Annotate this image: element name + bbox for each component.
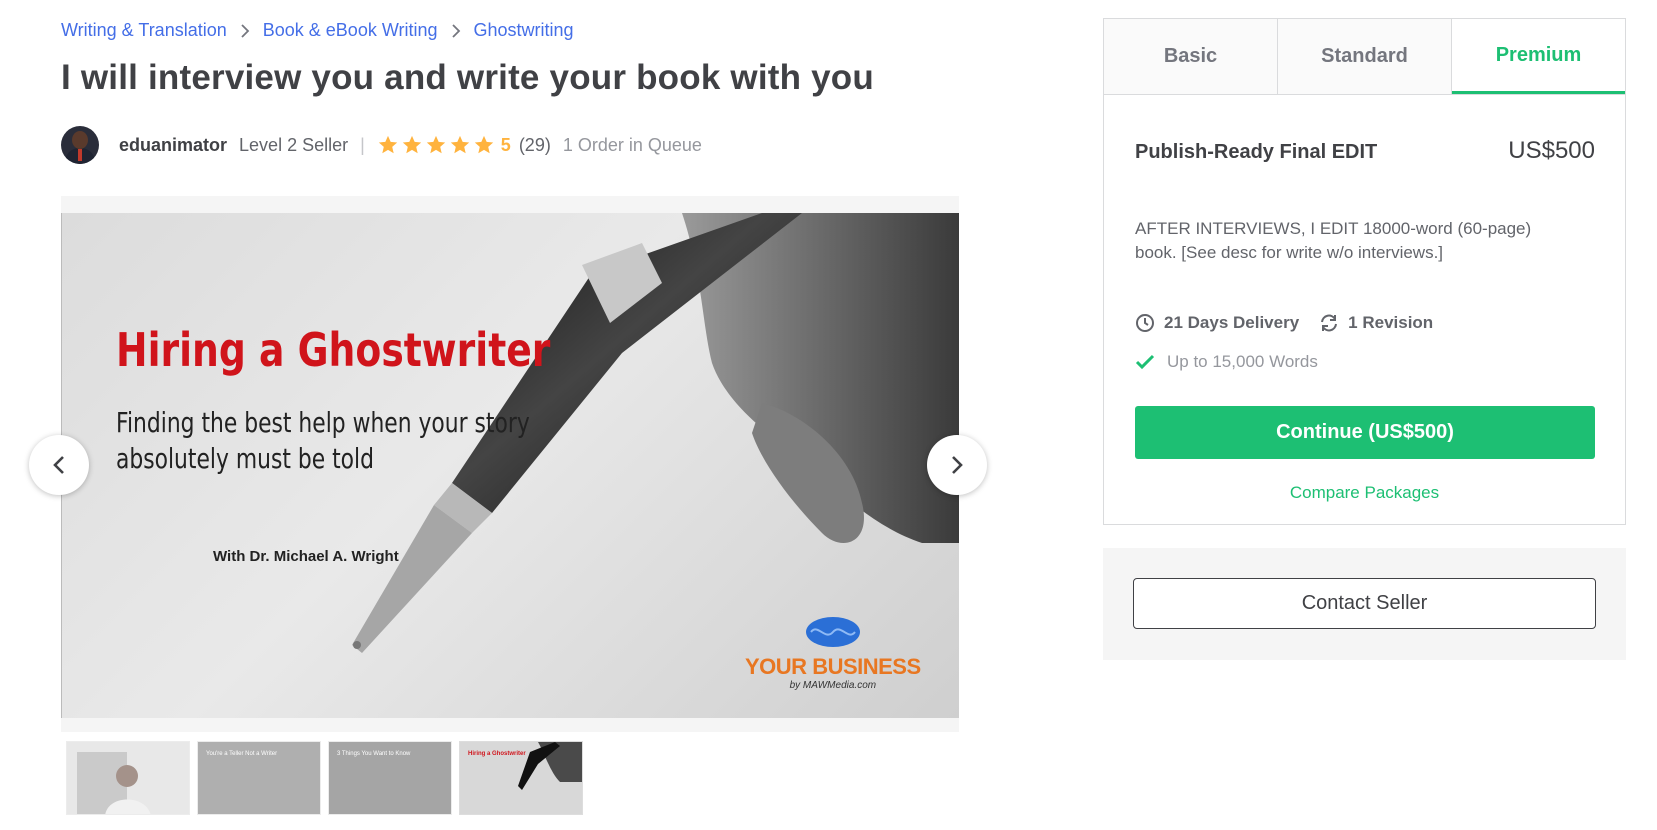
contact-seller-button[interactable]: Contact Seller	[1133, 578, 1596, 629]
brand-by: by MAWMedia.com	[789, 680, 877, 691]
gig-title: I will interview you and write your book…	[61, 58, 874, 97]
gallery-thumbnails: You're a Teller Not a Writer 3 Things Yo…	[66, 741, 583, 815]
package-tabs: Basic Standard Premium	[1104, 19, 1625, 95]
slide-subtitle-line-1: Finding the best help when your story	[116, 406, 530, 439]
package-feature: Up to 15,000 Words	[1135, 352, 1318, 372]
tab-standard[interactable]: Standard	[1278, 19, 1452, 94]
tab-premium[interactable]: Premium	[1452, 19, 1625, 94]
package-panel: Basic Standard Premium Publish-Ready Fin…	[1103, 18, 1626, 525]
package-price: US$500	[1508, 137, 1595, 164]
star-icon	[474, 135, 493, 154]
star-icon	[450, 135, 469, 154]
gallery-next-button[interactable]	[927, 435, 987, 495]
slide-subtitle-line-2: absolutely must be told	[116, 442, 374, 475]
brain-logo-icon	[805, 617, 860, 647]
breadcrumb-item-book-ebook-writing[interactable]: Book & eBook Writing	[263, 20, 438, 41]
gallery-thumbnail[interactable]: 3 Things You Want to Know	[328, 741, 452, 815]
rating-score: 5	[500, 134, 511, 155]
brand-logo: YOUR BUSINESS by MAWMedia.com	[745, 615, 921, 691]
checkmark-icon	[1135, 354, 1155, 370]
breadcrumb-item-writing-translation[interactable]: Writing & Translation	[61, 20, 227, 41]
refresh-icon	[1321, 314, 1338, 332]
seller-level: Level 2 Seller	[239, 134, 349, 155]
seller-overview: eduanimator Level 2 Seller | 5 (29) 1 Or…	[61, 125, 702, 165]
chevron-left-icon	[53, 456, 64, 474]
delivery-time: 21 Days Delivery	[1164, 313, 1300, 332]
package-meta: 21 Days Delivery 1 Revision	[1135, 313, 1453, 333]
breadcrumb: Writing & Translation Book & eBook Writi…	[61, 20, 574, 41]
revisions: 1 Revision	[1348, 313, 1434, 332]
star-icon	[402, 135, 421, 154]
seller-username[interactable]: eduanimator	[119, 135, 227, 156]
slide-title: Hiring a Ghostwriter	[116, 323, 551, 377]
gallery-thumbnail-active[interactable]: Hiring a Ghostwriter	[459, 741, 583, 815]
contact-seller-section: Contact Seller	[1103, 548, 1626, 660]
chevron-right-icon	[451, 23, 461, 38]
gallery-thumbnail[interactable]	[66, 741, 190, 815]
orders-in-queue: 1 Order in Queue	[562, 134, 702, 155]
gig-gallery: Hiring a Ghostwriter Finding the best he…	[61, 196, 959, 732]
gallery-slide[interactable]: Hiring a Ghostwriter Finding the best he…	[61, 213, 959, 718]
star-icon	[426, 135, 445, 154]
breadcrumb-item-ghostwriting[interactable]: Ghostwriting	[474, 20, 574, 41]
divider: |	[360, 134, 365, 155]
package-name: Publish-Ready Final EDIT	[1135, 141, 1378, 163]
gallery-prev-button[interactable]	[29, 435, 89, 495]
continue-button[interactable]: Continue (US$500)	[1135, 406, 1595, 459]
feature-word-count: Up to 15,000 Words	[1167, 352, 1318, 371]
compare-packages-link[interactable]: Compare Packages	[1104, 483, 1625, 503]
star-icon	[378, 135, 397, 154]
brand-word-business: BUSINESS	[812, 654, 921, 679]
package-description: AFTER INTERVIEWS, I EDIT 18000-word (60-…	[1135, 219, 1532, 262]
clock-icon	[1136, 314, 1154, 332]
gallery-thumbnail[interactable]: You're a Teller Not a Writer	[197, 741, 321, 815]
slide-subtitle: Finding the best help when your story ab…	[116, 405, 530, 477]
rating-stars	[377, 134, 495, 156]
slide-author: With Dr. Michael A. Wright	[213, 548, 399, 565]
package-header: Publish-Ready Final EDIT US$500	[1135, 137, 1595, 165]
brand-word-your: YOUR	[745, 654, 807, 679]
chevron-right-icon	[240, 23, 250, 38]
tab-basic[interactable]: Basic	[1104, 19, 1278, 94]
review-count[interactable]: (29)	[519, 135, 551, 156]
chevron-right-icon	[952, 456, 963, 474]
seller-avatar[interactable]	[61, 126, 99, 164]
